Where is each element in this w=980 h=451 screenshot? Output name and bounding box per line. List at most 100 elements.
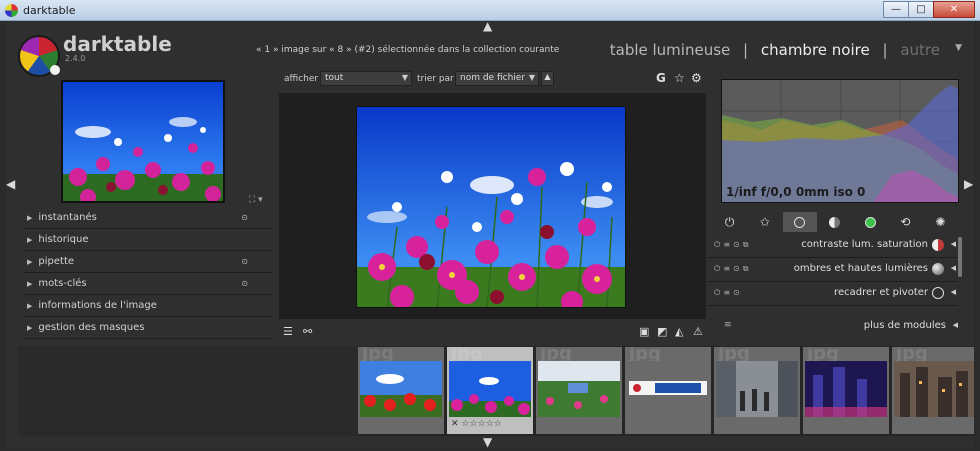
left-panel-toggle-icon[interactable]: ◀ — [6, 177, 15, 191]
sort-label: trier par — [417, 74, 454, 84]
filmstrip-thumb[interactable]: jpg — [714, 347, 800, 434]
preset-icon[interactable]: ⊙ — [241, 279, 248, 288]
top-panel-toggle-icon[interactable]: ▲ — [483, 19, 492, 33]
window-titlebar: darktable — □ ✕ — [0, 0, 980, 21]
right-panel-toggle-icon[interactable]: ▶ — [964, 177, 973, 191]
gamut-warning-icon[interactable]: ⚠ — [693, 325, 703, 338]
thumb-darktable-ui — [627, 361, 709, 417]
grouping-icon[interactable]: G — [656, 71, 666, 85]
selection-status: « 1 » image sur « 8 » (#2) sélectionnée … — [256, 45, 560, 55]
expand-arrow-icon: ▶ — [27, 213, 33, 222]
module-groups: ⏻ ✩ ⟲ ✺ — [712, 211, 958, 233]
thumb-city-dusk — [894, 361, 974, 417]
star-icon: ✩ — [759, 215, 770, 229]
bottom-panel-toggle-icon[interactable]: ▼ — [483, 435, 492, 449]
presets-menu-icon[interactable]: ☰ — [283, 325, 293, 338]
filmstrip-empty-area — [18, 346, 358, 436]
view-other[interactable]: autre — [900, 41, 940, 59]
group-active-modules[interactable]: ⏻ — [713, 212, 747, 232]
show-filter-value: tout — [325, 73, 344, 83]
view-lighttable[interactable]: table lumineuse — [610, 41, 731, 59]
module-tagging[interactable]: ▶ mots-clés ⊙ — [23, 273, 272, 295]
module-name: ombres et hautes lumières — [793, 263, 928, 274]
module-label: informations de l'image — [38, 300, 157, 311]
view-separator: | — [743, 41, 749, 59]
filmstrip-thumb[interactable]: jpg — [803, 347, 889, 434]
image-canvas[interactable] — [279, 93, 706, 319]
group-color[interactable] — [853, 212, 887, 232]
module-controls-icons[interactable]: ⏻≡⊙ — [714, 288, 743, 298]
preset-icon[interactable]: ⊙ — [241, 257, 248, 266]
module-controls-icons[interactable]: ⏻≡⊙⧉ — [714, 240, 751, 250]
module-controls-icons[interactable]: ⏻≡⊙⧉ — [714, 264, 751, 274]
navigation-preview[interactable] — [61, 80, 225, 203]
logo-dot — [50, 65, 60, 75]
expand-arrow-icon: ▶ — [27, 279, 33, 288]
filmstrip-thumb[interactable]: jpg — [536, 347, 622, 434]
filmstrip-thumb[interactable]: jpg — [625, 347, 711, 434]
group-favorites[interactable]: ✩ — [748, 212, 782, 232]
filmstrip-thumb[interactable]: jpg — [892, 347, 974, 434]
tone-icon — [829, 216, 841, 228]
view-darkroom[interactable]: chambre noire — [761, 41, 870, 59]
circle-icon — [794, 216, 806, 228]
sort-by-dropdown[interactable]: nom de fichier ▼ — [455, 71, 539, 86]
module-name: contraste lum. saturation — [801, 239, 928, 250]
window-title: darktable — [23, 4, 76, 17]
chevron-down-icon: ▼ — [401, 73, 408, 82]
over-exposed-icon[interactable]: ◩ — [657, 325, 667, 338]
module-snapshots[interactable]: ▶ instantanés ⊙ — [23, 207, 272, 229]
maximize-button[interactable]: □ — [908, 1, 934, 18]
module-image-information[interactable]: ▶ informations de l'image — [23, 295, 272, 317]
styles-icon[interactable]: ⚯ — [303, 325, 312, 338]
group-correct[interactable]: ⟲ — [888, 212, 922, 232]
color-icon — [864, 216, 876, 228]
histogram[interactable]: 1/inf f/0,0 0mm iso 0 — [721, 79, 959, 203]
module-shadows-highlights[interactable]: ⏻≡⊙⧉ ombres et hautes lumières ◀ — [708, 258, 958, 282]
module-history[interactable]: ▶ historique — [23, 229, 272, 251]
main-image[interactable] — [356, 106, 626, 308]
group-tone[interactable] — [818, 212, 852, 232]
center-bottom-bar: ☰ ⚯ ▣ ◩ ◭ ⚠ — [279, 323, 706, 341]
group-effects[interactable]: ✺ — [923, 212, 957, 232]
module-icon — [932, 239, 944, 251]
expand-arrow-icon: ◀ — [950, 288, 956, 296]
color-assessment-icon[interactable]: ▣ — [639, 325, 649, 338]
close-button[interactable]: ✕ — [933, 1, 975, 18]
expand-arrow-icon: ◀ — [952, 321, 958, 329]
left-modules-list: ▶ instantanés ⊙ ▶ historique ▶ pipette ⊙… — [23, 207, 272, 339]
more-modules[interactable]: ≡ plus de modules ◀ — [708, 317, 966, 335]
brand-name: darktable — [63, 32, 172, 56]
module-name: recadrer et pivoter — [834, 287, 928, 298]
module-label: gestion des masques — [38, 322, 145, 333]
show-label: afficher — [284, 74, 319, 84]
app-icon — [5, 4, 18, 17]
expand-arrow-icon: ▶ — [27, 301, 33, 310]
group-basic[interactable] — [782, 212, 817, 232]
filmstrip-thumb[interactable]: jpg — [358, 347, 444, 434]
minimize-button[interactable]: — — [883, 1, 909, 18]
star-overlay-icon[interactable]: ☆ — [674, 71, 685, 85]
modules-scrollbar[interactable] — [958, 237, 962, 277]
module-icon — [932, 263, 944, 275]
view-switcher: table lumineuse | chambre noire | autre — [606, 41, 944, 59]
thumb-city-night — [805, 361, 887, 417]
module-color-picker[interactable]: ▶ pipette ⊙ — [23, 251, 272, 273]
module-icon — [932, 287, 944, 299]
filmstrip-thumb-selected[interactable]: jpg ✕ ☆☆☆☆☆ — [447, 347, 533, 434]
module-contrast-brightness-saturation[interactable]: ⏻≡⊙⧉ contraste lum. saturation ◀ — [708, 234, 958, 258]
module-crop-rotate[interactable]: ⏻≡⊙ recadrer et pivoter ◀ — [708, 282, 958, 306]
rating-stars[interactable]: ✕ ☆☆☆☆☆ — [451, 419, 502, 429]
effects-icon: ✺ — [935, 215, 946, 229]
zoom-fit-icon[interactable]: ⛶ ▾ — [249, 195, 263, 205]
gear-icon[interactable]: ⚙ — [691, 71, 702, 85]
module-mask-manager[interactable]: ▶ gestion des masques — [23, 317, 272, 339]
views-dropdown-icon[interactable]: ▼ — [955, 43, 962, 53]
softproof-icon[interactable]: ◭ — [675, 325, 683, 338]
show-filter-dropdown[interactable]: tout ▼ — [320, 71, 412, 86]
sort-direction-button[interactable]: ▲ — [541, 71, 554, 86]
version-label: 2.4.0 — [65, 54, 86, 63]
expand-arrow-icon: ◀ — [950, 264, 956, 272]
exif-summary: 1/inf f/0,0 0mm iso 0 — [726, 185, 866, 199]
preset-icon[interactable]: ⊙ — [241, 213, 248, 222]
